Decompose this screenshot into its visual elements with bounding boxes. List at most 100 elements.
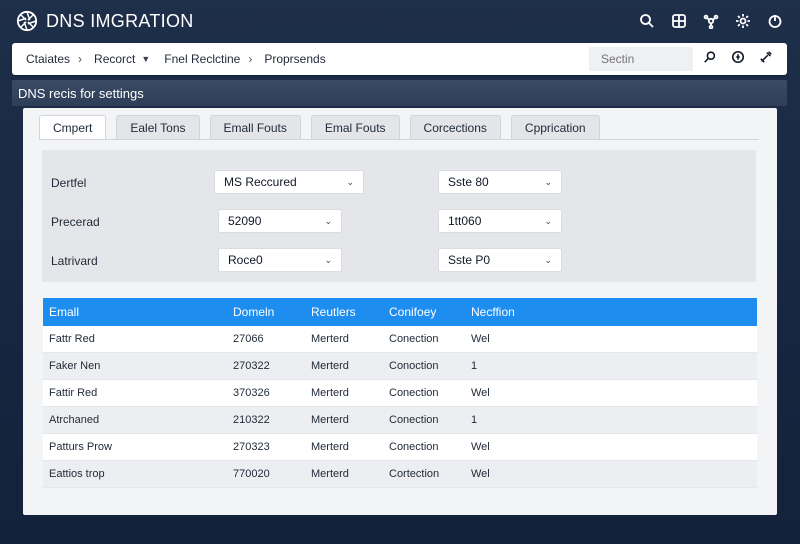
table-cell: Fattir Red [49,387,98,399]
chevron-down-icon: ⌄ [544,215,552,226]
table-cell: Merterd [311,468,349,480]
breadcrumb-label: Ctaiates [26,52,71,66]
form-label-latrivard: Latrivard [51,254,98,268]
table-row[interactable]: Fattr Red 27066 Merterd Conection Wel [43,326,757,353]
breadcrumb-item-0[interactable]: Ctaiates [26,52,70,66]
chevron-down-icon: ⌄ [544,176,552,187]
table-cell: Patturs Prow [49,441,112,453]
aperture-logo-icon [16,10,38,32]
select-value: Roce0 [228,253,263,267]
table-cell: Conection [389,441,439,453]
breadcrumb-icon-group [703,50,773,69]
table-cell: 770020 [233,468,270,480]
table-cell: Faker Nen [49,360,101,372]
secondary-select-latrivard[interactable]: Sste P0 ⌄ [438,248,562,272]
table-cell: 1 [471,360,478,372]
primary-select-latrivard[interactable]: Roce0 ⌄ [218,248,342,272]
table-cell: Wel [471,468,490,480]
breadcrumb-item-3[interactable]: Proprsends [264,52,325,66]
table-cell: Merterd [311,414,349,426]
grid-icon[interactable] [670,12,688,30]
table-cell: 270323 [233,441,270,453]
tab-bar: Cmpert Ealel Tons Emall Fouts Emal Fouts… [39,115,600,139]
chevron-down-icon: ⌄ [324,254,332,265]
column-header[interactable]: Domeln [233,305,311,319]
table-cell: Atrchaned [49,414,100,426]
primary-select-precerad[interactable]: 52090 ⌄ [218,209,342,233]
form-label-dertfel: Dertfel [51,176,87,190]
table-header: Emall Domeln Reutlers Conifoey Necffion [43,298,757,326]
table-cell: Conection [389,414,439,426]
table-cell: Wel [471,441,490,453]
table-cell: Conoction [389,360,439,372]
tab-cpprication[interactable]: Cpprication [510,115,600,139]
power-icon[interactable] [766,12,784,30]
select-value: Sste 80 [448,175,489,189]
network-icon[interactable] [702,12,720,30]
chevron-right-icon: › [248,52,253,66]
table-cell: Merterd [311,360,349,372]
table-cell: 210322 [233,414,270,426]
chevron-down-icon: ⌄ [324,215,332,226]
info-icon[interactable] [731,50,745,69]
tools-icon[interactable] [759,50,773,69]
column-header[interactable]: Emall [43,305,233,319]
section-title: DNS recis for settings [12,80,787,106]
table-cell: Conection [389,387,439,399]
breadcrumb-item-1[interactable]: Recorct [94,52,135,66]
primary-select-dertfel[interactable]: MS Reccured ⌄ [214,170,364,194]
column-header[interactable]: Conifoey [389,305,471,319]
table-cell: Cortection [389,468,440,480]
app-title: DNS IMGRATION [46,10,194,31]
tab-divider [39,139,759,140]
search-icon[interactable] [703,50,717,69]
search-input[interactable] [589,47,693,71]
table-row[interactable]: Faker Nen 270322 Merterd Conoction 1 [43,353,757,380]
table-cell: Merterd [311,441,349,453]
chevron-down-icon: ▼ [141,54,151,64]
table-cell: 1 [471,414,478,426]
tab-ealel-tons[interactable]: Ealel Tons [116,115,200,139]
column-header[interactable]: Reutlers [311,305,389,319]
chevron-right-icon: › [78,52,83,66]
select-value: 52090 [228,214,262,228]
breadcrumb-label: Proprsends [264,52,326,66]
table-cell: Eattios trop [49,468,105,480]
chevron-down-icon: ⌄ [544,254,552,265]
form-label-precerad: Precerad [51,215,100,229]
select-value: MS Reccured [224,175,297,189]
settings-form: Dertfel MS Reccured ⌄ Sste 80 ⌄ Precerad… [42,150,756,282]
app-bar: DNS IMGRATION [0,0,800,42]
table-row[interactable]: Eattios trop 770020 Merterd Cortection W… [43,461,757,488]
secondary-select-precerad[interactable]: 1tt060 ⌄ [438,209,562,233]
table-row[interactable]: Patturs Prow 270323 Merterd Conection We… [43,434,757,461]
select-value: 1tt060 [448,214,482,228]
breadcrumb-label: Recorct [94,52,136,66]
search-icon[interactable] [638,12,656,30]
table-cell: 270322 [233,360,270,372]
table-cell: Wel [471,387,490,399]
breadcrumb-item-2[interactable]: Fnel Reclctine [164,52,240,66]
table-row[interactable]: Fattir Red 370326 Merterd Conection Wel [43,380,757,407]
tab-emall-fouts[interactable]: Emall Fouts [209,115,301,139]
table-cell: Merterd [311,387,349,399]
settings-panel: Cmpert Ealel Tons Emall Fouts Emal Fouts… [23,108,777,515]
table-cell: Wel [471,333,490,345]
table-cell: 370326 [233,387,270,399]
table-cell: Conection [389,333,439,345]
tab-corcections[interactable]: Corcections [409,115,501,139]
breadcrumb: Ctaiates › Recorct ▼ Fnel Reclctine › Pr… [12,43,787,75]
settings-icon[interactable] [734,12,752,30]
table-cell: 27066 [233,333,264,345]
chevron-down-icon: ⌄ [346,176,354,187]
records-table: Emall Domeln Reutlers Conifoey Necffion … [43,298,757,488]
tab-emal-fouts[interactable]: Emal Fouts [310,115,400,139]
breadcrumb-label: Fnel Reclctine [164,52,241,66]
select-value: Sste P0 [448,253,491,267]
appbar-icon-group [638,12,784,30]
table-cell: Fattr Red [49,333,95,345]
secondary-select-dertfel[interactable]: Sste 80 ⌄ [438,170,562,194]
tab-cmpert[interactable]: Cmpert [39,115,107,139]
column-header[interactable]: Necffion [471,305,591,319]
table-row[interactable]: Atrchaned 210322 Merterd Conection 1 [43,407,757,434]
